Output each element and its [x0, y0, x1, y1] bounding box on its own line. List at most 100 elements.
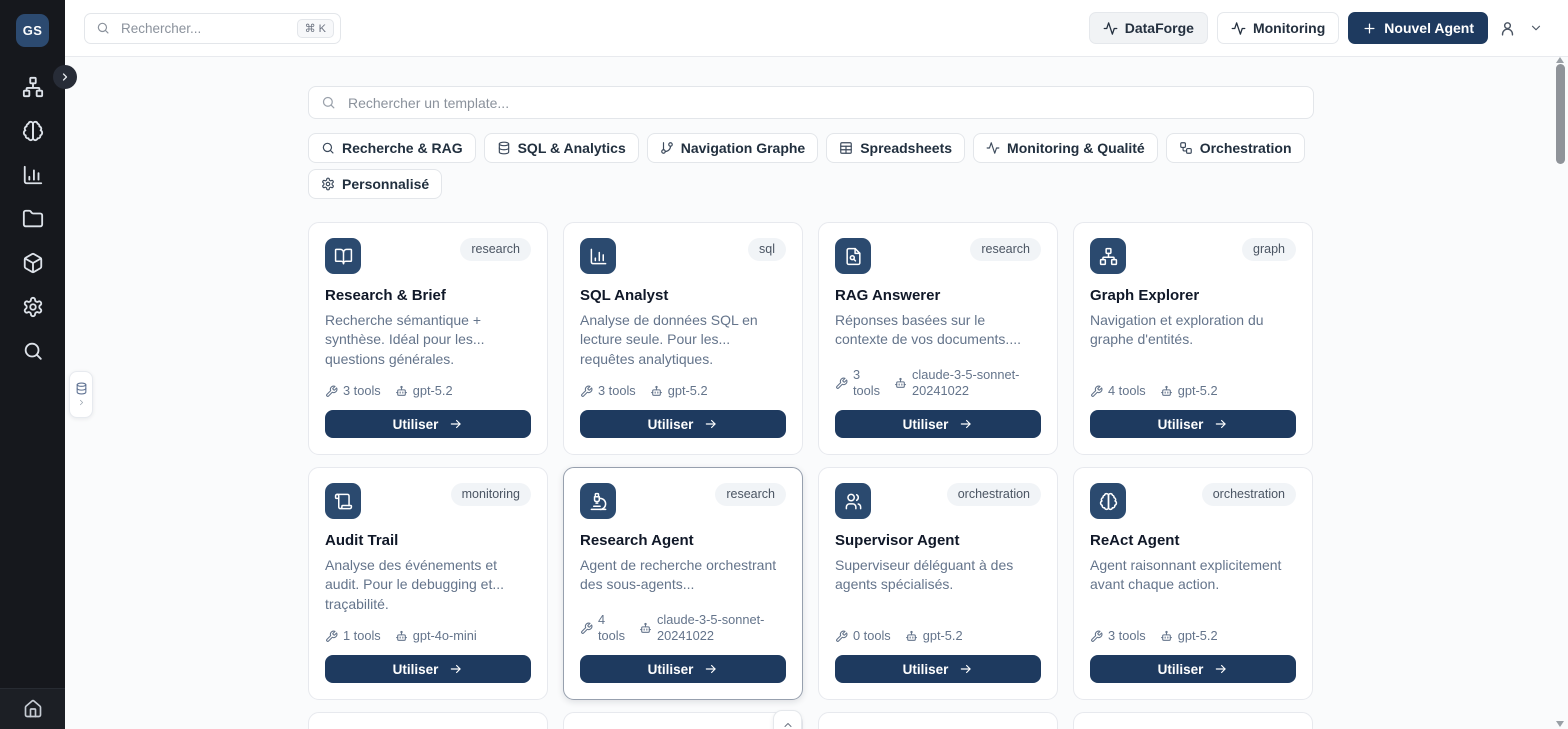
template-card-partial[interactable] [818, 712, 1058, 729]
filter-chip-spreadsheets[interactable]: Spreadsheets [826, 133, 965, 163]
card-title: Research Agent [580, 532, 786, 549]
template-card-graph-explorer[interactable]: graph Graph Explorer Navigation et explo… [1073, 222, 1313, 455]
template-search-input[interactable] [346, 94, 1301, 112]
template-card-audit-trail[interactable]: monitoring Audit Trail Analyse des événe… [308, 467, 548, 700]
use-template-button[interactable]: Utiliser [835, 655, 1041, 683]
card-title: RAG Answerer [835, 287, 1041, 304]
filter-chip-recherche-rag[interactable]: Recherche & RAG [308, 133, 476, 163]
use-template-button[interactable]: Utiliser [325, 410, 531, 438]
arrow-right-icon [1214, 417, 1228, 431]
new-agent-button[interactable]: Nouvel Agent [1348, 12, 1488, 44]
card-description: Réponses basées sur le contexte de vos d… [835, 311, 1041, 367]
use-template-button[interactable]: Utiliser [580, 410, 786, 438]
card-description: Recherche sémantique + synthèse. Idéal p… [325, 311, 531, 383]
template-card-partial[interactable] [308, 712, 548, 729]
filter-chip-orchestration[interactable]: Orchestration [1166, 133, 1305, 163]
data-panel-toggle[interactable] [69, 371, 93, 418]
template-search[interactable] [308, 86, 1314, 119]
sidebar-item-network[interactable] [21, 75, 45, 99]
plus-icon [1362, 21, 1377, 36]
user-menu-button[interactable] [1497, 18, 1518, 39]
dataforge-button[interactable]: DataForge [1089, 12, 1208, 44]
template-card-rag-answerer[interactable]: research RAG Answerer Réponses basées su… [818, 222, 1058, 455]
activity-icon [986, 141, 1000, 155]
use-template-button[interactable]: Utiliser [1090, 655, 1296, 683]
chip-label: Orchestration [1200, 140, 1292, 156]
use-label: Utiliser [1158, 417, 1204, 432]
sidebar-home[interactable] [0, 688, 65, 729]
use-label: Utiliser [648, 417, 694, 432]
sidebar-item-settings[interactable] [21, 295, 45, 319]
search-icon [22, 340, 44, 362]
sidebar-expand-button[interactable] [53, 65, 77, 89]
wrench-icon [580, 385, 593, 398]
tools-count: 3 tools [853, 367, 880, 399]
template-card-partial[interactable] [563, 712, 803, 729]
search-icon [321, 141, 335, 155]
filter-row-2: Personnalisé [308, 169, 1318, 199]
user-menu-caret[interactable] [1527, 19, 1545, 37]
bot-icon [1160, 630, 1173, 643]
vertical-scrollbar[interactable] [1553, 55, 1568, 729]
sidebar-item-packages[interactable] [21, 251, 45, 275]
global-search-input[interactable] [119, 20, 288, 37]
sidebar: GS [0, 0, 65, 729]
scrollbar-thumb[interactable] [1556, 64, 1565, 164]
card-title: Audit Trail [325, 532, 531, 549]
scrollbar-up-arrow[interactable] [1556, 57, 1564, 63]
bot-icon [905, 630, 918, 643]
use-template-button[interactable]: Utiliser [580, 655, 786, 683]
template-card-research-brief[interactable]: research Research & Brief Recherche séma… [308, 222, 548, 455]
filter-chip-navigation-graphe[interactable]: Navigation Graphe [647, 133, 818, 163]
model-name: gpt-5.2 [413, 383, 453, 399]
template-card-supervisor-agent[interactable]: orchestration Supervisor Agent Supervise… [818, 467, 1058, 700]
sidebar-item-search[interactable] [21, 339, 45, 363]
card-description: Agent raisonnant explicitement avant cha… [1090, 556, 1296, 628]
filter-chip-monitoring-qualite[interactable]: Monitoring & Qualité [973, 133, 1158, 163]
git-branch-icon [660, 141, 674, 155]
app-logo[interactable]: GS [16, 14, 49, 47]
template-card-sql-analyst[interactable]: sql SQL Analyst Analyse de données SQL e… [563, 222, 803, 455]
network-icon [22, 76, 44, 98]
bot-icon [1160, 385, 1173, 398]
top-header: ⌘ K DataForge Monitoring Nouvel Agent [65, 0, 1568, 57]
use-label: Utiliser [903, 662, 949, 677]
sidebar-item-brain[interactable] [21, 119, 45, 143]
bot-icon [639, 622, 652, 635]
use-template-button[interactable]: Utiliser [1090, 410, 1296, 438]
model-name: claude-3-5-sonnet-20241022 [657, 612, 786, 644]
file-search-icon [835, 238, 871, 274]
card-meta: 3 tools claude-3-5-sonnet-20241022 [835, 367, 1041, 399]
template-card-react-agent[interactable]: orchestration ReAct Agent Agent raisonna… [1073, 467, 1313, 700]
chevron-down-icon [1529, 21, 1543, 35]
chip-label: Navigation Graphe [681, 140, 805, 156]
filter-chip-sql-analytics[interactable]: SQL & Analytics [484, 133, 639, 163]
tools-count: 4 tools [598, 612, 625, 644]
microscope-icon [580, 483, 616, 519]
use-template-button[interactable]: Utiliser [325, 655, 531, 683]
tools-count: 3 tools [1108, 628, 1146, 644]
new-agent-label: Nouvel Agent [1384, 20, 1474, 36]
chip-label: Personnalisé [342, 176, 429, 192]
card-title: ReAct Agent [1090, 532, 1296, 549]
bot-icon [395, 630, 408, 643]
monitoring-button[interactable]: Monitoring [1217, 12, 1339, 44]
folder-icon [22, 208, 44, 230]
chevron-up-icon [782, 719, 794, 729]
filter-chip-personnalise[interactable]: Personnalisé [308, 169, 442, 199]
model-name: gpt-5.2 [1178, 383, 1218, 399]
scrollbar-down-arrow[interactable] [1556, 721, 1564, 727]
global-search[interactable]: ⌘ K [84, 13, 341, 44]
sidebar-item-files[interactable] [21, 207, 45, 231]
scroll-to-top-button[interactable] [773, 710, 802, 729]
sidebar-item-analytics[interactable] [21, 163, 45, 187]
tools-count: 0 tools [853, 628, 891, 644]
template-card-partial[interactable] [1073, 712, 1313, 729]
use-template-button[interactable]: Utiliser [835, 410, 1041, 438]
header-actions: DataForge Monitoring Nouvel Agent [1089, 12, 1545, 44]
database-icon [75, 382, 88, 395]
arrow-right-icon [704, 417, 718, 431]
chip-label: Monitoring & Qualité [1007, 140, 1145, 156]
template-card-research-agent[interactable]: research Research Agent Agent de recherc… [563, 467, 803, 700]
arrow-right-icon [959, 417, 973, 431]
